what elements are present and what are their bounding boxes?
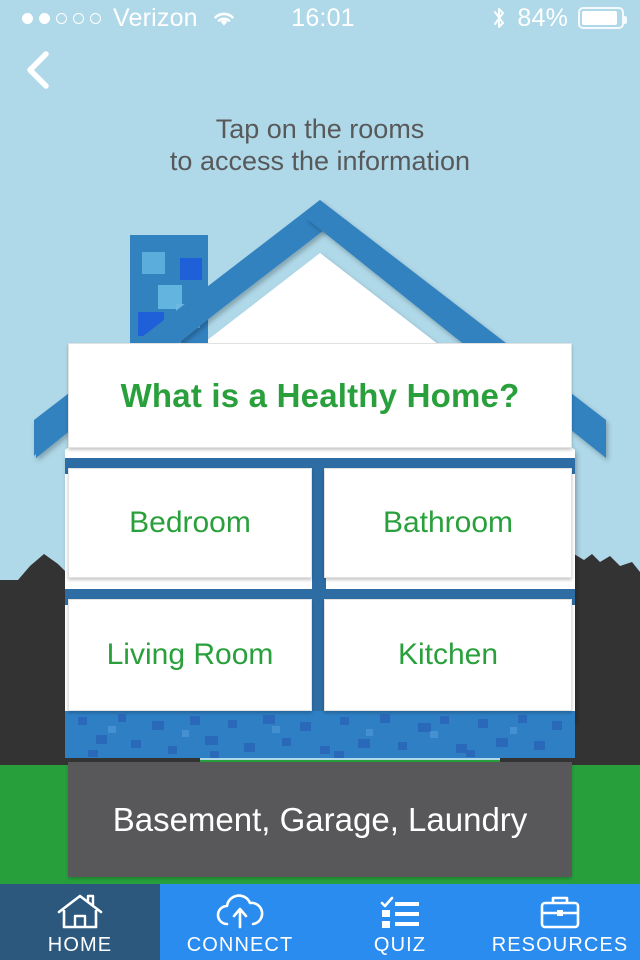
tab-label-resources: RESOURCES — [491, 934, 629, 956]
room-button-kitchen[interactable]: Kitchen — [324, 599, 572, 711]
basement-label: Basement, Garage, Laundry — [112, 800, 528, 838]
clock-label: 16:01 — [291, 3, 355, 32]
battery-percent-label: 84% — [517, 3, 568, 32]
room-button-living-room[interactable]: Living Room — [68, 599, 312, 711]
room-button-basement-garage-laundry[interactable]: Basement, Garage, Laundry — [68, 762, 572, 877]
carrier-label: Verizon — [113, 3, 198, 32]
bottom-tab-bar: HOME CONNECT QUIZ RESOURCES — [0, 884, 640, 960]
room-label-bedroom: Bedroom — [129, 506, 251, 539]
signal-dot-2 — [39, 12, 50, 24]
signal-dot-5 — [90, 12, 101, 24]
cloud-upload-icon — [213, 892, 267, 932]
checklist-icon — [376, 892, 424, 932]
tab-label-connect: CONNECT — [186, 934, 294, 956]
room-label-bathroom: Bathroom — [382, 506, 514, 539]
tab-label-home: HOME — [47, 934, 113, 956]
tab-home[interactable]: HOME — [0, 884, 160, 960]
signal-strength-dots — [22, 12, 101, 24]
tab-label-quiz: QUIZ — [373, 934, 427, 956]
room-button-bedroom[interactable]: Bedroom — [68, 468, 312, 578]
status-bar: Verizon 16:01 84% — [0, 0, 640, 36]
battery-icon — [578, 7, 627, 29]
tab-resources[interactable]: RESOURCES — [480, 884, 640, 960]
signal-dot-4 — [73, 12, 84, 24]
chevron-left-icon — [27, 51, 49, 89]
back-button[interactable] — [10, 42, 66, 98]
tab-connect[interactable]: CONNECT — [160, 884, 320, 960]
room-label-living-room: Living Room — [106, 638, 274, 671]
instructions-text: Tap on the rooms to access the informati… — [0, 113, 640, 177]
room-label-kitchen: Kitchen — [397, 638, 499, 671]
status-bar-right: 84% — [378, 4, 640, 33]
briefcase-icon — [537, 892, 583, 932]
signal-dot-1 — [22, 12, 33, 24]
foundation — [65, 711, 575, 758]
status-bar-left: Verizon — [0, 4, 268, 33]
bluetooth-icon — [494, 8, 505, 28]
tab-quiz[interactable]: QUIZ — [320, 884, 480, 960]
wifi-icon — [214, 12, 234, 26]
signal-dot-3 — [56, 12, 67, 24]
instructions-line-2: to access the information — [169, 146, 471, 176]
instructions-line-1: Tap on the rooms — [215, 114, 425, 144]
healthy-home-label: What is a Healthy Home? — [120, 376, 520, 414]
room-button-bathroom[interactable]: Bathroom — [324, 468, 572, 578]
app-screen: Verizon 16:01 84% Tap on the rooms to ac… — [0, 0, 640, 960]
house-icon — [55, 892, 105, 932]
healthy-home-button[interactable]: What is a Healthy Home? — [68, 343, 572, 448]
